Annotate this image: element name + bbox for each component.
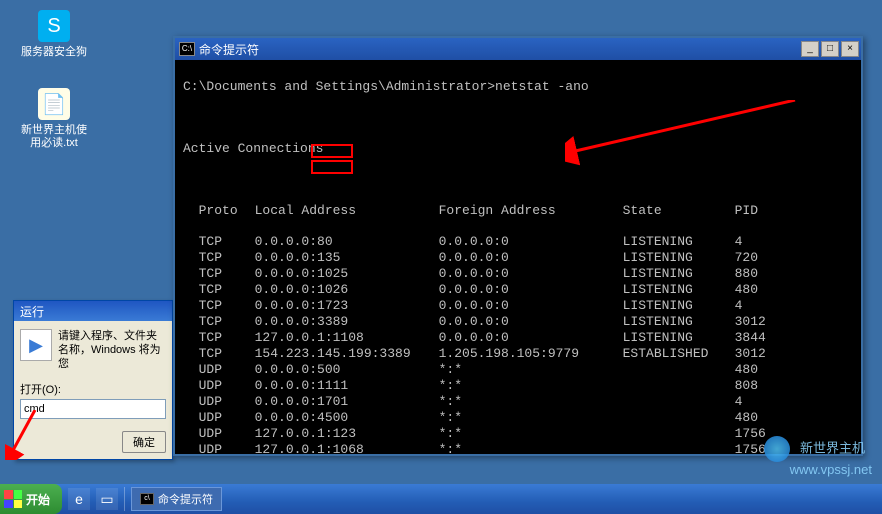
desktop-icon-skype-shield-icon[interactable]: S 服务器安全狗	[18, 10, 90, 59]
netstat-row: TCP0.0.0.0:10250.0.0.0:0LISTENING880	[183, 266, 853, 282]
netstat-row: TCP154.223.145.199:33891.205.198.105:977…	[183, 346, 853, 362]
globe-icon	[764, 436, 790, 462]
taskbar-item-label: 命令提示符	[158, 491, 213, 507]
taskbar: 开始 e ▭ c\ 命令提示符	[0, 484, 882, 514]
netstat-row: UDP0.0.0.0:4500*:*480	[183, 410, 853, 426]
cmd-prompt-line: C:\Documents and Settings\Administrator>…	[183, 79, 853, 95]
close-button[interactable]: ×	[841, 41, 859, 57]
netstat-row: UDP0.0.0.0:1111*:*808	[183, 378, 853, 394]
run-open-label: 打开(O):	[20, 381, 166, 397]
cmd-icon: c\	[140, 493, 154, 505]
netstat-row: TCP0.0.0.0:1350.0.0.0:0LISTENING720	[183, 250, 853, 266]
quicklaunch-ie-icon[interactable]: e	[68, 488, 90, 510]
taskbar-item-cmd[interactable]: c\ 命令提示符	[131, 487, 222, 511]
desktop-icon-label: 服务器安全狗	[18, 46, 90, 59]
notepad-icon: 📄	[38, 88, 70, 120]
netstat-row: TCP127.0.0.1:11080.0.0.0:0LISTENING3844	[183, 330, 853, 346]
run-icon: ▶	[20, 329, 52, 361]
annotation-redbox-port-135	[311, 160, 353, 174]
command-prompt-window[interactable]: C:\ 命令提示符 _ □ × C:\Documents and Setting…	[173, 36, 863, 456]
annotation-arrow-to-start	[5, 410, 45, 460]
command-prompt-titlebar[interactable]: C:\ 命令提示符 _ □ ×	[175, 38, 861, 60]
command-prompt-body[interactable]: C:\Documents and Settings\Administrator>…	[175, 60, 861, 454]
run-description: 请键入程序、文件夹名称，Windows 将为您	[58, 329, 166, 371]
annotation-redbox-port-80	[311, 144, 353, 158]
quicklaunch-desktop-icon[interactable]: ▭	[96, 488, 118, 510]
netstat-row: TCP0.0.0.0:33890.0.0.0:0LISTENING3012	[183, 314, 853, 330]
netstat-header: ProtoLocal AddressForeign AddressStatePI…	[183, 203, 853, 219]
maximize-button[interactable]: □	[821, 41, 839, 57]
netstat-row: UDP0.0.0.0:500*:*480	[183, 362, 853, 378]
netstat-row: TCP0.0.0.0:10260.0.0.0:0LISTENING480	[183, 282, 853, 298]
run-dialog-title: 运行	[14, 301, 172, 321]
netstat-row: TCP0.0.0.0:800.0.0.0:0LISTENING4	[183, 234, 853, 250]
cmd-active-connections: Active Connections	[183, 141, 853, 157]
command-prompt-title: 命令提示符	[199, 41, 259, 58]
windows-logo-icon	[4, 490, 22, 508]
netstat-row: UDP127.0.0.1:123*:*1756	[183, 426, 853, 442]
netstat-row: TCP0.0.0.0:17230.0.0.0:0LISTENING4	[183, 298, 853, 314]
run-ok-button[interactable]: 确定	[122, 431, 166, 453]
desktop-icon-notepad-icon[interactable]: 📄 新世界主机使用必读.txt	[18, 88, 90, 150]
start-button[interactable]: 开始	[0, 484, 62, 514]
cmd-icon: C:\	[179, 42, 195, 56]
minimize-button[interactable]: _	[801, 41, 819, 57]
desktop-icon-label: 新世界主机使用必读.txt	[18, 124, 90, 150]
netstat-row: UDP127.0.0.1:1068*:*1756	[183, 442, 853, 454]
netstat-row: UDP0.0.0.0:1701*:*4	[183, 394, 853, 410]
skype-shield-icon: S	[38, 10, 70, 42]
watermark: 新世界主机 www.vpssj.net	[764, 436, 872, 478]
start-label: 开始	[26, 491, 50, 508]
